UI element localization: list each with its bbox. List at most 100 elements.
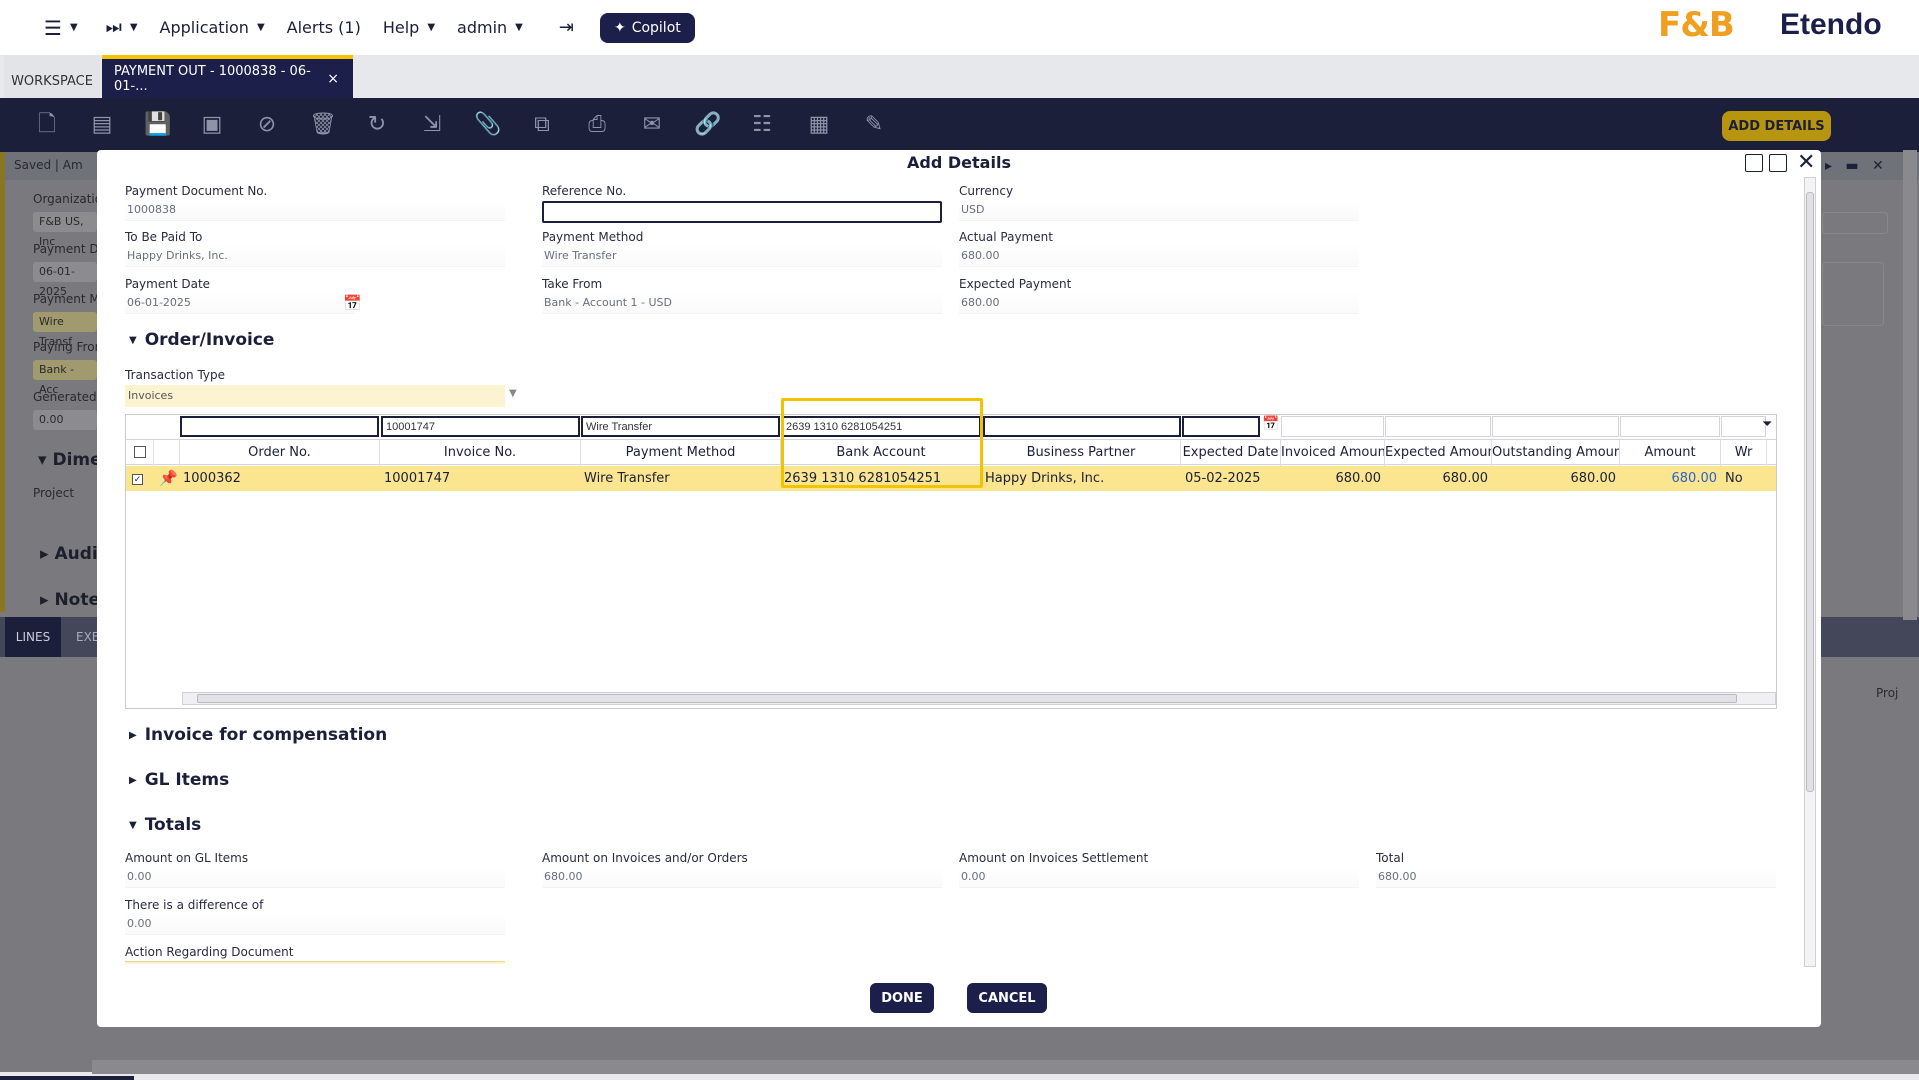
grid-view-icon[interactable]: ▦ — [806, 112, 832, 138]
refresh-icon[interactable]: ↻ — [364, 112, 390, 138]
page-horizontal-scrollbar[interactable] — [92, 1060, 1919, 1074]
delete-icon[interactable]: 🗑 — [309, 112, 337, 138]
pin-icon[interactable]: 📌 — [159, 466, 179, 491]
export-icon[interactable]: ⇲ — [419, 112, 445, 138]
attach-icon[interactable]: 📎 — [474, 112, 501, 138]
header-payment-method[interactable]: Payment Method — [581, 440, 781, 466]
header-bank-account[interactable]: Bank Account — [781, 440, 982, 466]
paid-to-field: Happy Drinks, Inc. — [125, 245, 505, 267]
cancel-icon[interactable]: ⊘ — [254, 112, 280, 138]
new-document-icon[interactable]: 🗋 — [34, 112, 60, 138]
close-icon[interactable]: ✕ — [1797, 150, 1815, 175]
page-vertical-scrollbar[interactable] — [1903, 150, 1917, 620]
select-all-checkbox[interactable] — [133, 446, 146, 458]
reference-input[interactable] — [542, 201, 942, 223]
quick-launch-button[interactable]: ⏭ ▼ — [106, 17, 138, 38]
nav-help[interactable]: Help ▼ — [383, 18, 435, 37]
gl-items-section-toggle[interactable]: ▶ GL Items — [129, 770, 229, 790]
header-business-partner[interactable]: Business Partner — [982, 440, 1181, 466]
invoice-compensation-section-toggle[interactable]: ▶ Invoice for compensation — [129, 725, 387, 745]
filter-wr[interactable] — [1721, 416, 1766, 437]
filter-invoiced-amount[interactable] — [1281, 416, 1384, 437]
cancel-button[interactable]: CANCEL — [967, 983, 1047, 1013]
grid-header-row: Order No. Invoice No. Payment Method Ban… — [126, 439, 1776, 466]
filter-invoice-no[interactable] — [381, 416, 580, 437]
add-details-button[interactable]: ADD DETAILS — [1722, 111, 1831, 141]
tab-payment-out[interactable]: PAYMENT OUT - 1000838 - 06-01-... × — [102, 55, 353, 98]
filter-funnel-icon[interactable]: ⏷ — [1762, 417, 1772, 432]
nav-application[interactable]: Application ▼ — [160, 18, 265, 37]
save-status: Saved | Am — [14, 158, 83, 172]
transaction-type-label: Transaction Type — [125, 368, 226, 382]
menu-toggle-button[interactable]: ☰ ▼ — [44, 16, 78, 40]
filter-outstanding-amount[interactable] — [1492, 416, 1619, 437]
modal-scroll-thumb[interactable] — [1806, 192, 1814, 792]
filter-amount[interactable] — [1620, 416, 1720, 437]
filter-payment-method[interactable] — [581, 416, 780, 437]
chevron-down-icon[interactable]: ▼ — [509, 388, 517, 399]
invoices-orders-amount-label: Amount on Invoices and/or Orders — [542, 851, 748, 865]
calendar-icon[interactable]: 📅 — [1262, 416, 1279, 432]
minimize-icon[interactable] — [1745, 154, 1763, 172]
header-expected-amount[interactable]: Expected Amount — [1385, 440, 1492, 466]
currency-label: Currency — [959, 184, 1014, 198]
header-amount[interactable]: Amount — [1620, 440, 1721, 466]
table-row[interactable]: ✓ 📌 1000362 10001747 Wire Transfer 2639 … — [126, 466, 1776, 491]
modal-vertical-scrollbar[interactable] — [1804, 177, 1816, 967]
filter-business-partner[interactable] — [983, 416, 1181, 437]
nav-user-menu[interactable]: admin ▼ — [457, 18, 523, 37]
transaction-type-select[interactable]: Invoices — [125, 385, 505, 407]
currency-field: USD — [959, 199, 1359, 221]
calendar-icon[interactable]: 📅 — [343, 294, 362, 312]
add-details-modal: Add Details ✕ Payment Document No. 10008… — [97, 150, 1821, 1027]
save-close-icon[interactable]: ▣ — [199, 112, 225, 138]
bg-payfrom-field: Bank - Acc — [33, 360, 97, 396]
cell-expected-date: 05-02-2025 — [1185, 471, 1261, 486]
header-wr[interactable]: Wr — [1721, 440, 1767, 466]
copy-icon[interactable]: ⧉ — [529, 112, 555, 138]
filter-bank-account[interactable] — [781, 416, 981, 437]
payment-doc-field: 1000838 — [125, 199, 505, 221]
done-button[interactable]: DONE — [870, 983, 934, 1013]
bg-dimensions-label: Dime — [52, 450, 102, 470]
audit-icon[interactable]: ☷ — [749, 112, 775, 138]
nav-alerts[interactable]: Alerts (1) — [287, 18, 361, 37]
new-row-icon[interactable]: ▤ — [89, 112, 115, 138]
grid-scroll-thumb[interactable] — [197, 694, 1737, 703]
tab-workspace[interactable]: WORKSPACE — [4, 55, 100, 98]
filter-expected-date[interactable] — [1182, 416, 1260, 437]
action-document-select[interactable] — [125, 961, 505, 964]
close-icon[interactable]: × — [327, 71, 339, 87]
totals-section-toggle[interactable]: ▼ Totals — [129, 815, 201, 835]
top-navigation-bar: ☰ ▼ ⏭ ▼ Application ▼ Alerts (1) Help ▼ admi… — [0, 0, 1919, 55]
header-order-no[interactable]: Order No. — [180, 440, 380, 466]
order-invoice-section-title: Order/Invoice — [144, 330, 275, 350]
link-icon[interactable]: 🔗 — [694, 112, 721, 138]
row-checkbox[interactable]: ✓ — [132, 474, 143, 485]
bg-org-field: F&B US, Inc — [33, 212, 97, 248]
transaction-type-value: Invoices — [128, 389, 174, 402]
header-outstanding-amount[interactable]: Outstanding Amount — [1492, 440, 1620, 466]
header-expected-date[interactable]: Expected Date — [1181, 440, 1281, 466]
cell-business-partner: Happy Drinks, Inc. — [985, 471, 1105, 486]
copilot-button[interactable]: ✦ Copilot — [599, 12, 695, 43]
email-icon[interactable]: ✉ — [639, 112, 665, 138]
save-icon[interactable]: 💾 — [144, 112, 171, 138]
payment-doc-label: Payment Document No. — [125, 184, 268, 198]
grid-horizontal-scrollbar[interactable] — [182, 692, 1776, 705]
notes-icon[interactable]: ✎ — [861, 112, 887, 138]
maximize-icon[interactable] — [1769, 154, 1787, 172]
row-checkbox-cell: ✓ — [132, 466, 152, 491]
cell-amount[interactable]: 680.00 — [1620, 466, 1721, 491]
header-invoiced-amount[interactable]: Invoiced Amount — [1281, 440, 1385, 466]
payment-method-label: Payment Method — [542, 230, 644, 244]
actual-payment-label: Actual Payment — [959, 230, 1053, 244]
cell-invoiced-amount: 680.00 — [1335, 471, 1382, 486]
logout-button[interactable]: ⇥ — [559, 17, 574, 38]
print-icon[interactable]: ⎙ — [584, 112, 610, 138]
order-invoice-section-toggle[interactable]: ▼ Order/Invoice — [129, 330, 274, 350]
header-invoice-no[interactable]: Invoice No. — [380, 440, 581, 466]
filter-order-no[interactable] — [180, 416, 379, 437]
take-from-label: Take From — [542, 277, 603, 291]
filter-expected-amount[interactable] — [1385, 416, 1491, 437]
